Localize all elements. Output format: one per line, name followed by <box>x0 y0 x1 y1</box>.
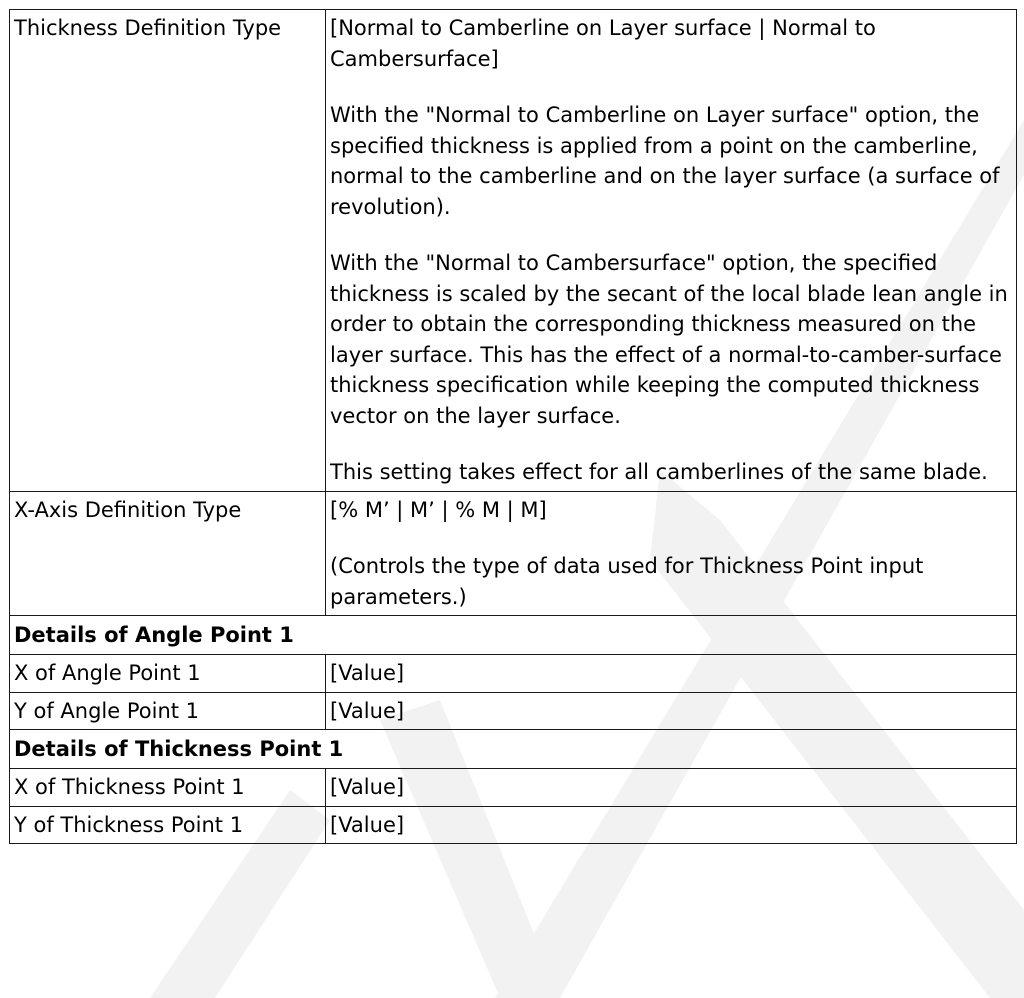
value-description: With the "Normal to Cambersurface" optio… <box>330 251 1008 428</box>
section-heading: Details of Thickness Point 1 <box>9 729 1017 769</box>
table-row: X of Thickness Point 1 [Value] <box>9 768 1017 807</box>
table-row: X of Angle Point 1 [Value] <box>9 654 1017 693</box>
table-row: X-Axis Definition Type [% M’ | M’ | % M … <box>9 490 1017 616</box>
property-value: [Value] <box>325 805 1017 844</box>
table-row: Y of Thickness Point 1 [Value] <box>9 805 1017 844</box>
properties-table: Thickness Definition Type [Normal to Cam… <box>9 9 1017 844</box>
property-value: [% M’ | M’ | % M | M] (Controls the type… <box>325 490 1017 616</box>
section-row: Details of Angle Point 1 <box>9 615 1017 655</box>
section-heading: Details of Angle Point 1 <box>9 615 1017 655</box>
property-value: [Normal to Camberline on Layer surface |… <box>325 9 1017 492</box>
value-options: [% M’ | M’ | % M | M] <box>330 497 547 522</box>
property-label: X of Angle Point 1 <box>9 654 326 693</box>
table-row: Thickness Definition Type [Normal to Cam… <box>9 9 1017 492</box>
property-value: [Value] <box>325 768 1017 807</box>
value-options: [Normal to Camberline on Layer surface |… <box>330 16 876 71</box>
property-label: X-Axis Definition Type <box>9 490 326 616</box>
property-label: Thickness Definition Type <box>9 9 326 492</box>
property-label: Y of Angle Point 1 <box>9 691 326 730</box>
value-description: This setting takes effect for all camber… <box>330 460 988 484</box>
property-label: Y of Thickness Point 1 <box>9 805 326 844</box>
value-description: With the "Normal to Camberline on Layer … <box>330 103 1000 219</box>
property-value: [Value] <box>325 691 1017 730</box>
table-row: Y of Angle Point 1 [Value] <box>9 691 1017 730</box>
property-label: X of Thickness Point 1 <box>9 768 326 807</box>
property-value: [Value] <box>325 654 1017 693</box>
value-description: (Controls the type of data used for Thic… <box>330 554 924 609</box>
section-row: Details of Thickness Point 1 <box>9 729 1017 769</box>
